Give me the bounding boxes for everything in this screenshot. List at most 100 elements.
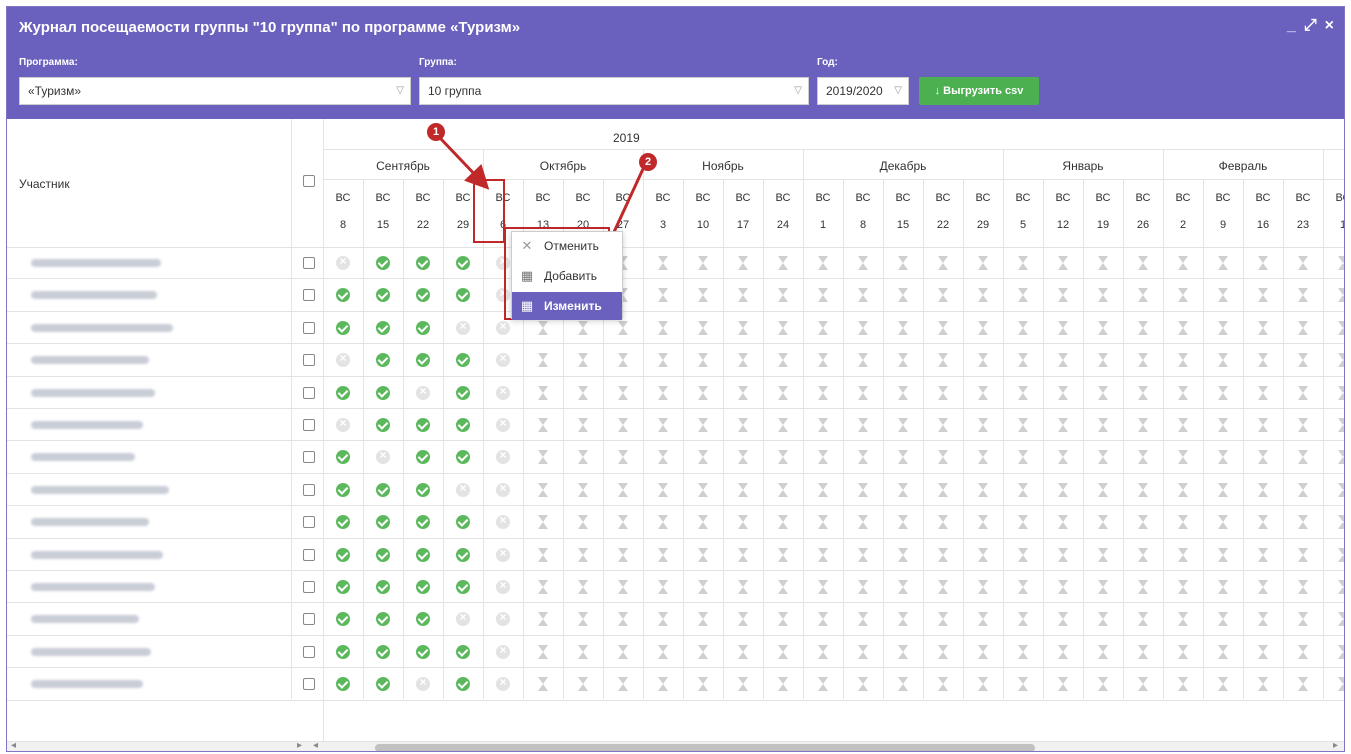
not-available-icon[interactable] xyxy=(1058,580,1068,594)
not-available-icon[interactable] xyxy=(1338,644,1344,659)
not-available-icon[interactable] xyxy=(738,644,748,659)
not-available-icon[interactable] xyxy=(1298,418,1308,432)
not-available-icon[interactable] xyxy=(978,450,988,465)
not-available-icon[interactable] xyxy=(898,482,908,497)
not-available-icon[interactable] xyxy=(1298,256,1308,270)
present-icon[interactable] xyxy=(416,515,430,530)
not-available-icon[interactable] xyxy=(1218,385,1228,400)
year-select[interactable]: 2019/2020 ▽ xyxy=(817,77,909,105)
not-available-icon[interactable] xyxy=(938,515,948,530)
not-available-icon[interactable] xyxy=(898,515,908,530)
present-icon[interactable] xyxy=(336,644,350,659)
present-icon[interactable] xyxy=(456,288,470,303)
not-available-icon[interactable] xyxy=(658,612,668,627)
date-header[interactable]: 15 xyxy=(883,219,923,231)
not-available-icon[interactable] xyxy=(1178,580,1188,594)
not-available-icon[interactable] xyxy=(898,450,908,465)
not-available-icon[interactable] xyxy=(1018,677,1028,692)
not-available-icon[interactable] xyxy=(578,450,588,465)
not-available-icon[interactable] xyxy=(818,418,828,432)
not-available-icon[interactable] xyxy=(698,353,708,368)
not-available-icon[interactable] xyxy=(1218,450,1228,465)
not-available-icon[interactable] xyxy=(698,644,708,659)
not-available-icon[interactable] xyxy=(1018,450,1028,465)
present-icon[interactable] xyxy=(376,288,390,303)
not-available-icon[interactable] xyxy=(1018,256,1028,270)
not-available-icon[interactable] xyxy=(578,612,588,627)
not-available-icon[interactable] xyxy=(1058,644,1068,659)
not-available-icon[interactable] xyxy=(1098,547,1108,562)
not-available-icon[interactable] xyxy=(698,385,708,400)
not-available-icon[interactable] xyxy=(858,385,868,400)
not-available-icon[interactable] xyxy=(938,288,948,303)
not-available-icon[interactable] xyxy=(538,644,548,659)
date-header[interactable]: 1 xyxy=(1323,219,1344,231)
not-available-icon[interactable] xyxy=(538,320,548,335)
not-available-icon[interactable] xyxy=(1138,353,1148,368)
not-available-icon[interactable] xyxy=(698,515,708,530)
not-available-icon[interactable] xyxy=(898,418,908,432)
present-icon[interactable] xyxy=(376,644,390,659)
not-available-icon[interactable] xyxy=(778,580,788,594)
not-available-icon[interactable] xyxy=(1138,256,1148,270)
not-available-icon[interactable] xyxy=(778,515,788,530)
absent-icon[interactable] xyxy=(496,481,510,497)
not-available-icon[interactable] xyxy=(1178,288,1188,303)
not-available-icon[interactable] xyxy=(1218,580,1228,594)
not-available-icon[interactable] xyxy=(938,580,948,594)
not-available-icon[interactable] xyxy=(1138,547,1148,562)
not-available-icon[interactable] xyxy=(858,580,868,594)
not-available-icon[interactable] xyxy=(578,385,588,400)
not-available-icon[interactable] xyxy=(618,580,628,594)
not-available-icon[interactable] xyxy=(618,612,628,627)
not-available-icon[interactable] xyxy=(738,353,748,368)
program-select[interactable]: «Туризм» ▽ xyxy=(19,77,411,105)
not-available-icon[interactable] xyxy=(538,450,548,465)
not-available-icon[interactable] xyxy=(618,353,628,368)
not-available-icon[interactable] xyxy=(1058,288,1068,303)
not-available-icon[interactable] xyxy=(538,612,548,627)
present-icon[interactable] xyxy=(416,547,430,562)
present-icon[interactable] xyxy=(336,450,350,465)
row-checkbox[interactable] xyxy=(303,483,315,496)
not-available-icon[interactable] xyxy=(938,612,948,627)
not-available-icon[interactable] xyxy=(1058,353,1068,368)
not-available-icon[interactable] xyxy=(538,677,548,692)
not-available-icon[interactable] xyxy=(1338,482,1344,497)
date-header[interactable]: 9 xyxy=(1203,219,1243,231)
not-available-icon[interactable] xyxy=(778,547,788,562)
absent-icon[interactable] xyxy=(496,351,510,368)
not-available-icon[interactable] xyxy=(1018,320,1028,335)
not-available-icon[interactable] xyxy=(1218,418,1228,432)
not-available-icon[interactable] xyxy=(1058,482,1068,497)
absent-icon[interactable] xyxy=(376,448,390,465)
not-available-icon[interactable] xyxy=(938,385,948,400)
not-available-icon[interactable] xyxy=(898,288,908,303)
not-available-icon[interactable] xyxy=(578,677,588,692)
date-header[interactable]: 13 xyxy=(523,219,563,231)
not-available-icon[interactable] xyxy=(778,612,788,627)
not-available-icon[interactable] xyxy=(1058,418,1068,432)
not-available-icon[interactable] xyxy=(1338,515,1344,530)
present-icon[interactable] xyxy=(456,418,470,432)
not-available-icon[interactable] xyxy=(738,320,748,335)
not-available-icon[interactable] xyxy=(938,256,948,270)
not-available-icon[interactable] xyxy=(1138,644,1148,659)
absent-icon[interactable] xyxy=(456,481,470,497)
not-available-icon[interactable] xyxy=(1058,256,1068,270)
not-available-icon[interactable] xyxy=(1098,256,1108,270)
not-available-icon[interactable] xyxy=(1298,677,1308,692)
not-available-icon[interactable] xyxy=(538,580,548,594)
not-available-icon[interactable] xyxy=(738,450,748,465)
not-available-icon[interactable] xyxy=(978,353,988,368)
not-available-icon[interactable] xyxy=(1178,385,1188,400)
absent-icon[interactable] xyxy=(496,384,510,400)
date-header[interactable]: 1 xyxy=(803,219,843,231)
not-available-icon[interactable] xyxy=(658,677,668,692)
not-available-icon[interactable] xyxy=(898,320,908,335)
not-available-icon[interactable] xyxy=(658,450,668,465)
present-icon[interactable] xyxy=(336,612,350,627)
absent-icon[interactable] xyxy=(496,416,510,432)
not-available-icon[interactable] xyxy=(658,580,668,594)
date-header[interactable]: 8 xyxy=(843,219,883,231)
